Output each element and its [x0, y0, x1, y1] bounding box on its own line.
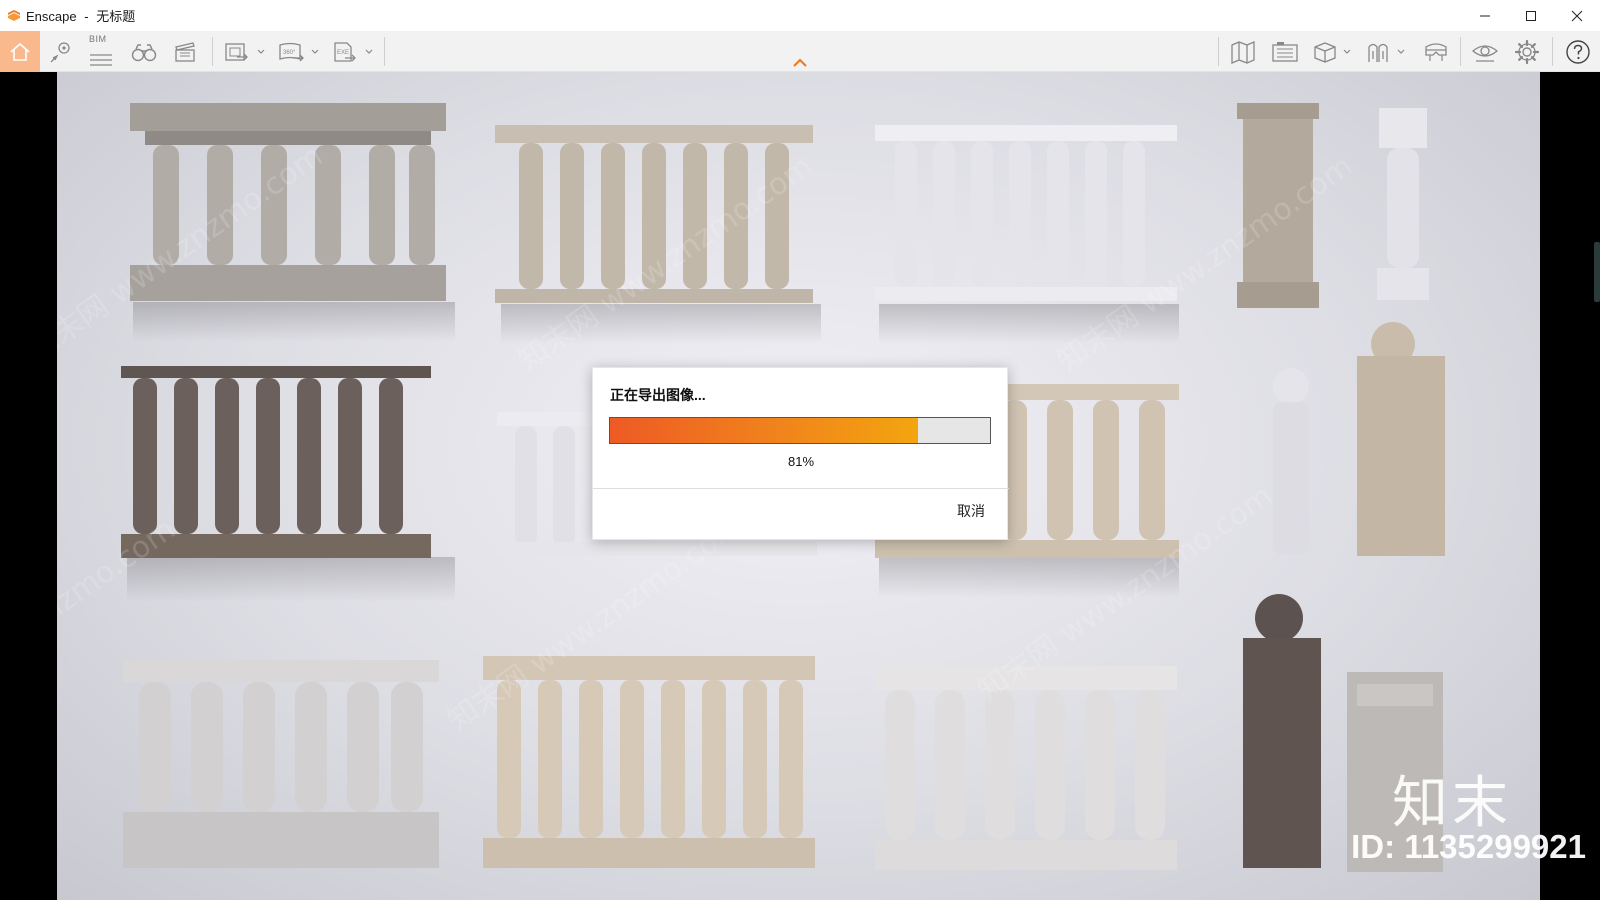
binoculars-icon	[131, 43, 157, 61]
post-ball-white	[1273, 368, 1309, 554]
maximize-icon	[1526, 10, 1536, 21]
document-title: 无标题	[96, 9, 136, 24]
render-panorama-icon: 360°	[279, 42, 319, 61]
toolbar-separator	[1552, 37, 1553, 66]
collapse-chevron-icon[interactable]	[792, 58, 808, 68]
dialog-title: 正在导出图像...	[610, 387, 706, 403]
bim-label: BIM	[89, 34, 107, 44]
post-ball-beige	[1357, 322, 1445, 556]
map-icon	[1231, 40, 1255, 64]
title-bar: Enscape - 无标题	[0, 0, 1600, 31]
enscape-window: Enscape - 无标题 BIM 360° EXE 知末网 www.znzmo…	[0, 0, 1600, 900]
render-panorama-button[interactable]: 360°	[276, 31, 324, 72]
baluster-single-white	[1377, 108, 1429, 300]
window-controls	[1462, 0, 1600, 31]
video-editor-button[interactable]	[170, 31, 200, 72]
balustrade-beige-granite	[495, 125, 821, 344]
bim-button[interactable]: BIM	[86, 31, 116, 72]
settings-gear-icon	[1514, 39, 1540, 64]
toolbar-separator	[1218, 37, 1219, 66]
screenshot-batch-icon	[1272, 41, 1298, 62]
balustrade-gray-stone	[130, 103, 455, 342]
screenshot-batch-button[interactable]	[1268, 31, 1302, 72]
progress-bar-fill	[610, 418, 918, 443]
asset-library-button[interactable]	[1364, 31, 1412, 72]
video-editor-icon	[175, 41, 195, 62]
close-button[interactable]	[1554, 0, 1600, 31]
window-title: Enscape - 无标题	[26, 6, 135, 25]
toolbar-separator	[1460, 37, 1461, 66]
vr-headset-icon	[1425, 42, 1447, 61]
svg-text:EXE: EXE	[337, 50, 349, 56]
balustrade-speckled-white	[123, 660, 439, 868]
visual-settings-button[interactable]	[1468, 31, 1502, 72]
export-exe-button[interactable]: EXE	[330, 31, 378, 72]
views-button[interactable]	[46, 31, 76, 72]
render-image-icon	[225, 42, 265, 61]
balustrade-dark-granite	[121, 366, 455, 602]
enscape-logo-icon	[8, 9, 20, 21]
viewport-edge-handle[interactable]	[1594, 242, 1600, 302]
asset-library-icon	[1368, 43, 1405, 62]
home-icon	[10, 42, 30, 61]
svg-text:360°: 360°	[283, 50, 296, 56]
close-icon	[1571, 10, 1583, 21]
title-separator: -	[84, 9, 89, 24]
minimize-button[interactable]	[1462, 0, 1508, 31]
views-icon	[50, 41, 70, 62]
binoculars-button[interactable]	[128, 31, 160, 72]
toolbar-separator	[212, 37, 213, 66]
cube-icon	[1314, 41, 1351, 63]
balustrade-speckled-light	[875, 666, 1177, 870]
visual-settings-icon	[1471, 44, 1499, 62]
render-image-button[interactable]	[222, 31, 270, 72]
maximize-button[interactable]	[1508, 0, 1554, 31]
dialog-divider	[593, 488, 1009, 489]
home-button[interactable]	[0, 31, 40, 72]
progress-bar	[609, 417, 991, 444]
progress-percent: 81%	[787, 454, 815, 469]
watermark-id: ID: 1135299921	[1351, 828, 1586, 865]
help-button[interactable]	[1560, 31, 1596, 72]
cancel-button[interactable]: 取消	[957, 501, 985, 521]
minimize-icon	[1480, 15, 1490, 16]
map-button[interactable]	[1226, 31, 1260, 72]
help-icon	[1566, 39, 1590, 64]
export-progress-dialog: 正在导出图像... 81% 取消	[592, 367, 1009, 540]
post-ball-dark	[1243, 594, 1321, 868]
cube-button[interactable]	[1310, 31, 1358, 72]
toolbar-separator	[384, 37, 385, 66]
settings-button[interactable]	[1510, 31, 1544, 72]
bim-icon	[90, 53, 112, 66]
vr-headset-button[interactable]	[1418, 31, 1454, 72]
app-name: Enscape	[26, 9, 77, 24]
watermark-logo: 知末	[1392, 771, 1512, 836]
export-exe-icon: EXE	[334, 41, 373, 62]
